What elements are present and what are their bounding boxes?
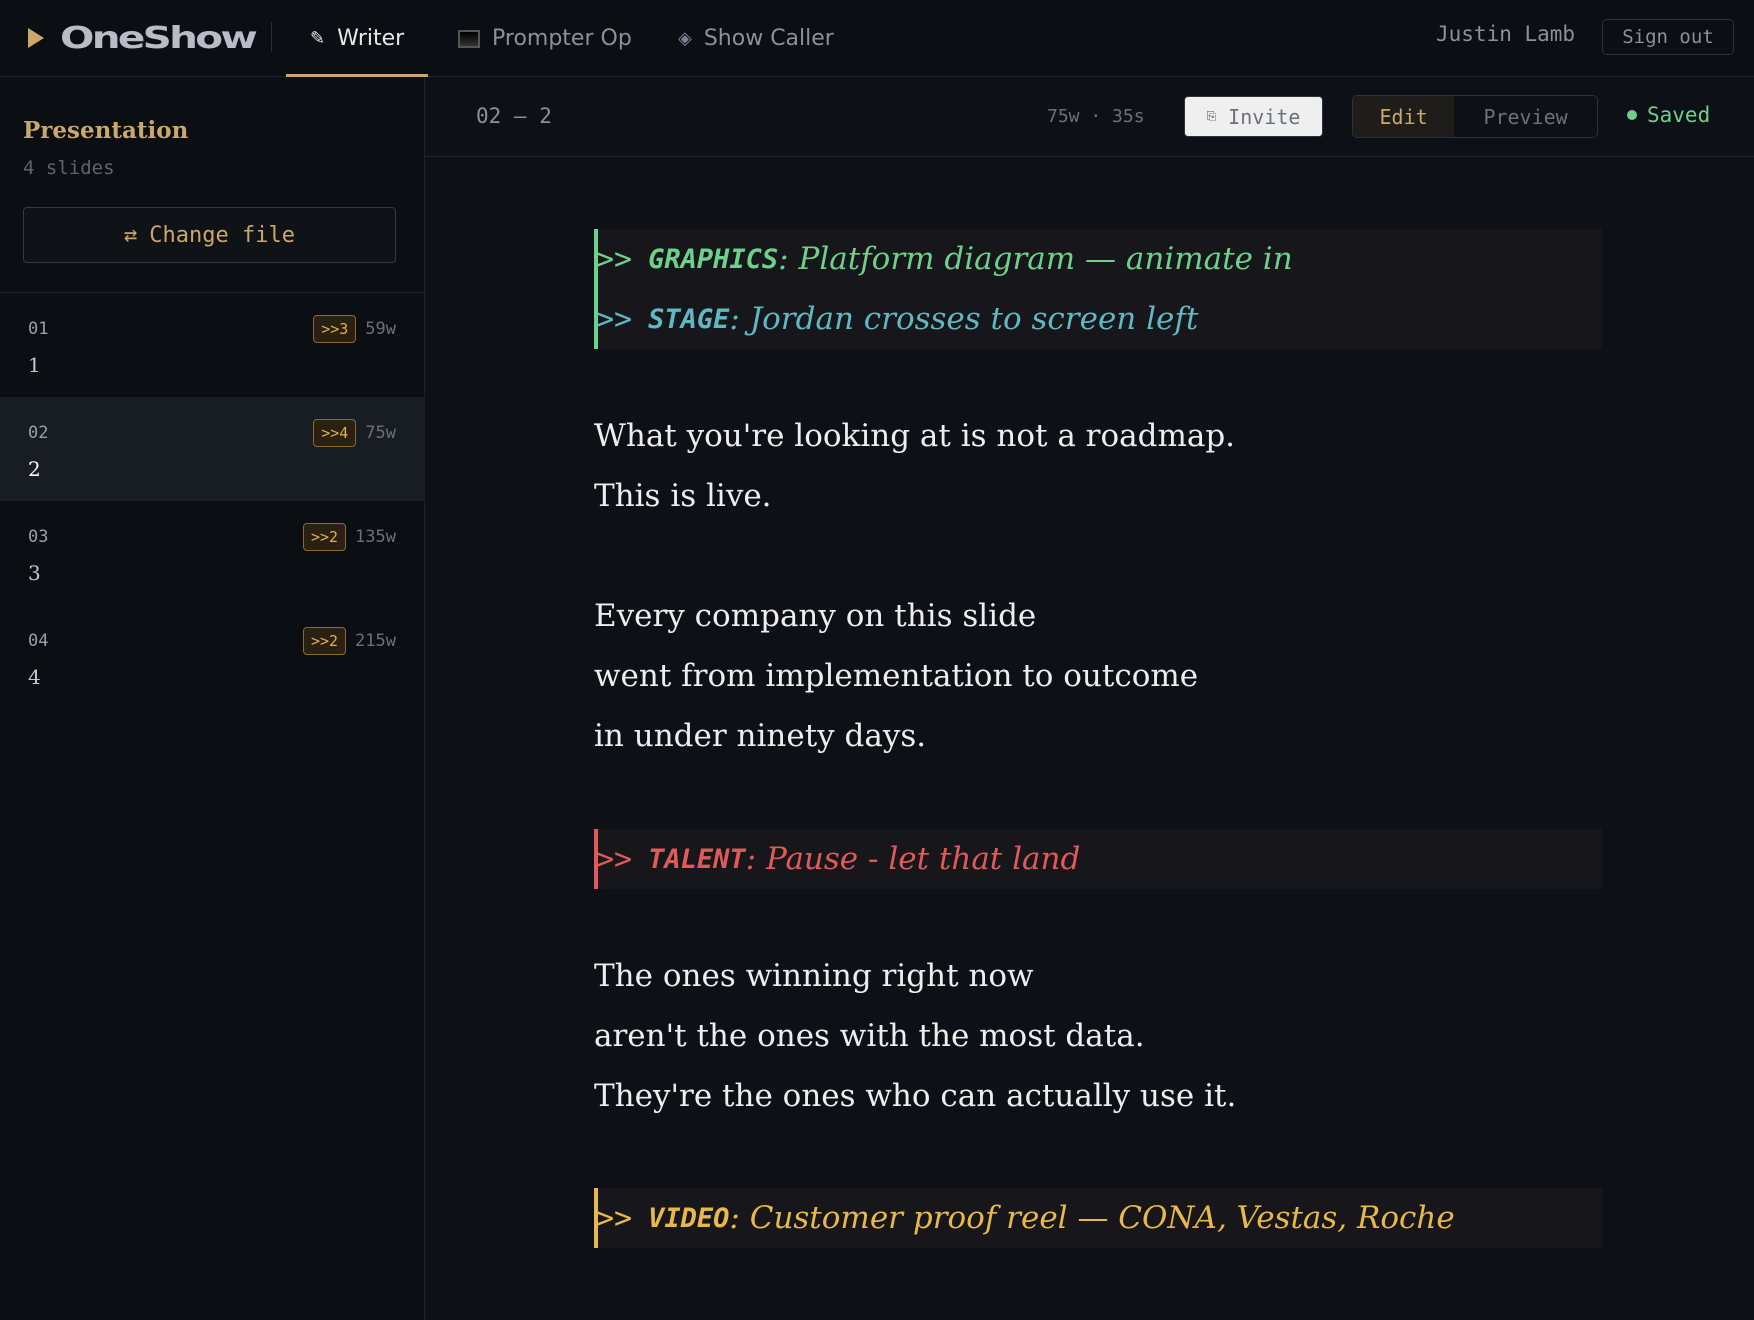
word-count: 59w — [365, 319, 396, 339]
cue-block[interactable]: >> VIDEO : Customer proof reel — CONA, V… — [594, 1188, 1602, 1248]
cue-text: Jordan crosses to screen left — [749, 301, 1199, 337]
cue-line-stage[interactable]: >> STAGE : Jordan crosses to screen left — [596, 289, 1602, 349]
cue-prefix: >> — [596, 841, 633, 877]
slide-name: 4 — [28, 665, 41, 689]
slide-stats: 75w · 35s — [1047, 106, 1145, 127]
slide-number: 03 — [28, 527, 49, 547]
cue-key: TALENT — [648, 843, 746, 875]
monitor-icon — [458, 29, 480, 48]
cue-text: Pause - let that land — [765, 841, 1081, 877]
sidebar-slide-01[interactable]: 01 1 >>3 59w — [0, 293, 425, 397]
pencil-icon: ✎ — [310, 28, 326, 49]
slide-meta: >>3 59w — [313, 315, 396, 343]
cue-text: Platform diagram — animate in — [798, 241, 1293, 277]
diamond-icon: ◈ — [678, 28, 692, 49]
top-nav-bar: OneShow ✎ Writer Prompter Op ◈ Show Call… — [0, 0, 1754, 77]
cue-prefix: >> — [596, 241, 633, 277]
brand-divider — [271, 22, 272, 52]
play-icon — [28, 28, 44, 48]
tab-prompter-op-label: Prompter Op — [492, 26, 632, 51]
cue-key: GRAPHICS — [648, 243, 779, 275]
slide-number: 04 — [28, 631, 49, 651]
script-line[interactable]: aren't the ones with the most data. — [594, 1018, 1145, 1054]
change-file-label: Change file — [149, 222, 295, 248]
view-mode-toggle: Edit Preview — [1352, 95, 1598, 138]
script-line[interactable]: went from implementation to outcome — [594, 658, 1198, 694]
preview-mode-button[interactable]: Preview — [1454, 96, 1597, 137]
sidebar-slide-02[interactable]: 02 2 >>4 75w — [0, 397, 425, 501]
cue-text: Customer proof reel — CONA, Vestas, Roch… — [749, 1200, 1455, 1236]
slide-name: 3 — [28, 561, 41, 585]
script-line[interactable]: Every company on this slide — [594, 598, 1036, 634]
slide-meta: >>4 75w — [313, 419, 396, 447]
invite-label: Invite — [1228, 104, 1301, 129]
cue-line-video[interactable]: >> VIDEO : Customer proof reel — CONA, V… — [596, 1188, 1602, 1248]
slide-meta: >>2 215w — [302, 627, 396, 655]
cue-count-badge: >>3 — [313, 315, 357, 343]
cue-count-badge: >>2 — [302, 523, 347, 551]
edit-mode-button[interactable]: Edit — [1353, 96, 1455, 137]
presentation-title: Presentation — [23, 117, 189, 144]
cue-prefix: >> — [596, 301, 633, 337]
script-line[interactable]: They're the ones who can actually use it… — [594, 1078, 1236, 1114]
tab-writer[interactable]: ✎ Writer — [286, 0, 428, 77]
slide-name: 2 — [28, 457, 41, 481]
sidebar-slide-03[interactable]: 03 3 >>2 135w — [0, 501, 425, 605]
user-name: Justin Lamb — [1436, 22, 1576, 46]
slide-meta: >>2 135w — [302, 523, 396, 551]
word-count: 135w — [355, 527, 396, 547]
cue-count-badge: >>2 — [302, 627, 347, 655]
cue-block[interactable]: >> GRAPHICS : Platform diagram — animate… — [594, 229, 1602, 349]
brand[interactable]: OneShow — [28, 20, 258, 56]
slide-name: 1 — [28, 353, 41, 377]
saved-label: Saved — [1647, 103, 1711, 127]
script-line[interactable]: This is live. — [594, 478, 772, 514]
cue-key: VIDEO — [648, 1202, 730, 1234]
sidebar: Presentation 4 slides ⇄ Change file 01 1… — [0, 77, 425, 1320]
status-dot-icon — [1627, 110, 1637, 120]
script-line[interactable]: in under ninety days. — [594, 718, 926, 754]
slide-number: 02 — [28, 423, 49, 443]
swap-icon: ⇄ — [124, 222, 138, 248]
cue-line-graphics[interactable]: >> GRAPHICS : Platform diagram — animate… — [596, 229, 1602, 289]
word-count: 215w — [355, 631, 396, 651]
cue-block[interactable]: >> TALENT : Pause - let that land — [594, 829, 1602, 889]
cue-separator: : — [778, 241, 799, 277]
word-count: 75w — [365, 423, 396, 443]
tab-show-caller[interactable]: ◈ Show Caller — [678, 0, 834, 77]
change-file-button[interactable]: ⇄ Change file — [23, 207, 396, 263]
cue-count-badge: >>4 — [313, 419, 357, 447]
cue-prefix: >> — [596, 1200, 633, 1236]
brand-logo: OneShow — [60, 20, 258, 56]
copy-icon: ⎘ — [1206, 109, 1217, 123]
invite-button[interactable]: ⎘ Invite — [1184, 96, 1323, 137]
sign-out-button[interactable]: Sign out — [1602, 19, 1734, 55]
tab-prompter-op[interactable]: Prompter Op — [458, 0, 632, 77]
tab-writer-label: Writer — [337, 26, 405, 51]
editor-header: 02 — 2 75w · 35s ⎘ Invite Edit Preview S… — [425, 77, 1754, 157]
cue-separator: : — [729, 1200, 750, 1236]
cue-line-talent[interactable]: >> TALENT : Pause - let that land — [596, 829, 1602, 889]
slide-breadcrumb: 02 — 2 — [476, 104, 552, 128]
saved-status: Saved — [1627, 103, 1710, 127]
cue-separator: : — [745, 841, 766, 877]
cue-separator: : — [729, 301, 750, 337]
script-line[interactable]: The ones winning right now — [594, 958, 1034, 994]
cue-key: STAGE — [648, 303, 730, 335]
tab-show-caller-label: Show Caller — [703, 26, 834, 51]
script-line[interactable]: What you're looking at is not a roadmap. — [594, 418, 1235, 454]
slide-number: 01 — [28, 319, 49, 339]
slide-count: 4 slides — [23, 157, 115, 179]
sidebar-slide-04[interactable]: 04 4 >>2 215w — [0, 605, 425, 709]
